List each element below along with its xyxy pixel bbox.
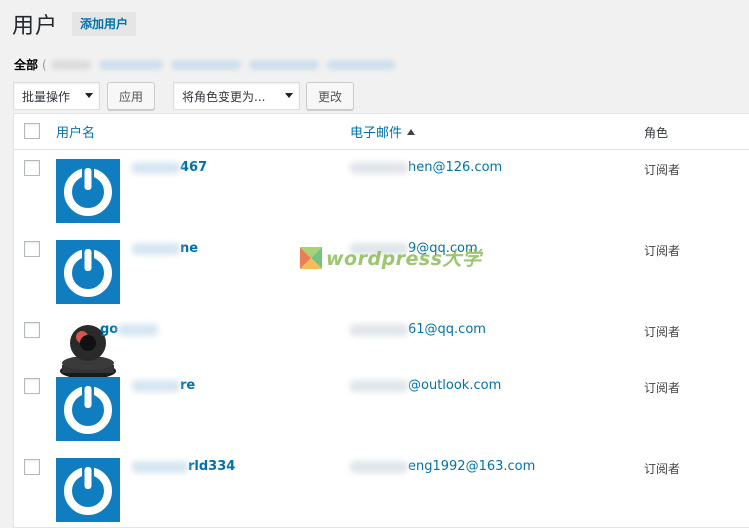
filter-link-blur[interactable] — [170, 59, 241, 70]
username-text: go — [100, 322, 119, 337]
redacted-blur — [350, 161, 408, 174]
email-link[interactable]: 61@qq.com — [350, 322, 486, 337]
email-link[interactable]: eng1992@163.com — [350, 459, 535, 474]
column-username[interactable]: 用户名 — [56, 122, 95, 141]
email-link[interactable]: @outlook.com — [350, 378, 501, 393]
power-icon — [64, 385, 112, 434]
table-row: rld334 eng1992@163.com 订阅者 — [14, 449, 749, 528]
username-text: re — [180, 378, 196, 393]
column-email-label: 电子邮件 — [350, 126, 403, 141]
change-role-selected: 将角色变更为... — [182, 89, 266, 104]
avatar — [56, 321, 116, 379]
avatar — [56, 240, 120, 304]
row-checkbox[interactable] — [24, 378, 40, 394]
username-link[interactable]: re — [132, 378, 195, 393]
users-table: 用户名 电子邮件 角色 467 hen@126.com 订阅者 ne 9@qq.… — [13, 113, 749, 528]
avatar — [56, 377, 120, 441]
redacted-blur — [118, 323, 159, 336]
username-text: rld334 — [188, 459, 236, 474]
role-text: 订阅者 — [644, 325, 681, 339]
power-icon — [64, 248, 112, 297]
email-text: @outlook.com — [408, 378, 502, 393]
filter-link-blur[interactable] — [248, 59, 319, 70]
sort-asc-icon — [407, 129, 416, 135]
apply-button[interactable]: 应用 — [107, 82, 155, 110]
role-filter-links: 全部 ( — [14, 56, 399, 73]
change-role-select[interactable]: 将角色变更为... — [173, 82, 300, 110]
avatar — [56, 458, 120, 522]
power-icon — [64, 167, 112, 216]
filter-all[interactable]: 全部 — [14, 56, 38, 73]
filter-link-blur[interactable] — [98, 59, 163, 70]
redacted-blur — [350, 323, 408, 336]
row-checkbox[interactable] — [24, 459, 40, 475]
email-text: eng1992@163.com — [408, 459, 536, 474]
watermark: wordpress大学 — [300, 244, 482, 271]
watermark-logo-icon — [300, 246, 322, 269]
username-link[interactable]: rld334 — [132, 459, 235, 474]
username-text: ne — [180, 241, 199, 256]
power-icon — [64, 466, 112, 515]
table-row: 467 hen@126.com 订阅者 — [14, 150, 749, 231]
row-checkbox[interactable] — [24, 322, 40, 338]
page-header: 用户 添加用户 — [12, 8, 137, 40]
change-button[interactable]: 更改 — [306, 82, 354, 110]
username-link[interactable]: ne — [132, 241, 198, 256]
column-role: 角色 — [644, 126, 669, 140]
username-text: 467 — [180, 160, 208, 175]
username-link[interactable]: 467 — [132, 160, 207, 175]
filter-count-paren: ( — [42, 57, 47, 72]
role-text: 订阅者 — [644, 462, 681, 476]
redacted-blur — [132, 460, 188, 473]
bulk-action-select[interactable]: 批量操作 — [13, 82, 100, 110]
chevron-down-icon — [285, 93, 293, 98]
chevron-down-icon — [85, 93, 93, 98]
column-email[interactable]: 电子邮件 — [350, 122, 416, 141]
bulk-action-selected: 批量操作 — [22, 89, 71, 104]
table-row: re @outlook.com 订阅者 — [14, 368, 749, 449]
table-nav: 批量操作 应用 将角色变更为... 更改 — [13, 82, 354, 110]
email-text: hen@126.com — [408, 160, 503, 175]
add-user-button[interactable]: 添加用户 — [72, 12, 137, 36]
filter-link-blur[interactable] — [326, 59, 395, 70]
avatar — [56, 159, 120, 223]
role-text: 订阅者 — [644, 244, 681, 258]
redacted-blur — [132, 161, 180, 174]
redacted-blur — [350, 460, 408, 473]
email-link[interactable]: hen@126.com — [350, 160, 502, 175]
role-text: 订阅者 — [644, 381, 681, 395]
select-all-checkbox[interactable] — [24, 123, 40, 139]
row-checkbox[interactable] — [24, 241, 40, 257]
page-title: 用户 — [12, 14, 59, 39]
email-text: 61@qq.com — [408, 322, 486, 337]
username-link[interactable]: go — [100, 322, 159, 337]
table-header: 用户名 电子邮件 角色 — [14, 114, 749, 150]
redacted-blur — [132, 242, 180, 255]
watermark-text: wordpress大学 — [326, 248, 482, 270]
redacted-blur — [350, 379, 408, 392]
filter-count-blur — [50, 59, 91, 70]
table-row: go 61@qq.com 订阅者 — [14, 312, 749, 379]
row-checkbox[interactable] — [24, 160, 40, 176]
redacted-blur — [132, 379, 180, 392]
role-text: 订阅者 — [644, 163, 681, 177]
